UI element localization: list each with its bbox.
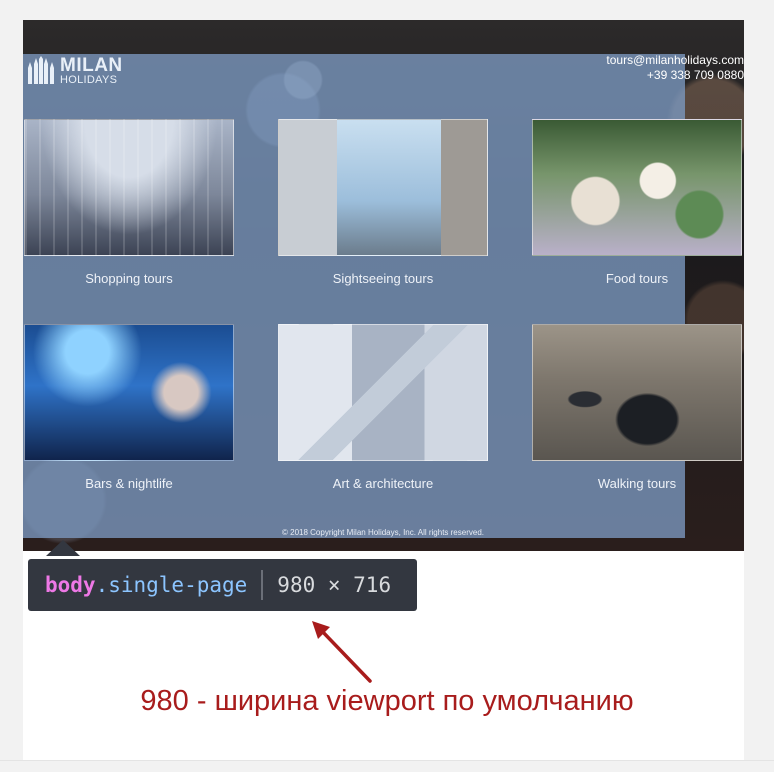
website-preview: MILAN HOLIDAYS tours@milanholidays.com +… [23,20,744,551]
tour-tile-walking[interactable]: Walking tours [532,324,742,491]
tour-tile-food[interactable]: Food tours [532,119,742,286]
tooltip-class-name: .single-page [95,573,248,597]
tooltip-tag-name: body [45,573,96,597]
tour-tile-bars[interactable]: Bars & nightlife [24,324,234,491]
contact-email[interactable]: tours@milanholidays.com [606,53,744,68]
shopping-tour-image [24,119,234,256]
tooltip-pointer [46,540,80,556]
tooltip-separator [261,570,264,600]
copyright-text: © 2018 Copyright Milan Holidays, Inc. Al… [282,528,484,537]
tour-tile-shopping[interactable]: Shopping tours [24,119,234,286]
tour-tile-sightseeing[interactable]: Sightseeing tours [278,119,488,286]
contact-info: tours@milanholidays.com +39 338 709 0880 [606,53,744,83]
devtools-element-tooltip: body .single-page 980 × 716 [28,559,417,611]
tour-label: Art & architecture [332,476,434,491]
logo-subtitle: HOLIDAYS [60,74,118,86]
sightseeing-tour-image [278,119,488,256]
tooltip-dimensions: 980 × 716 [277,573,392,597]
red-arrow-icon [312,621,372,683]
tour-label: Sightseeing tours [332,271,434,286]
tour-label: Walking tours [597,476,677,491]
tour-label: Food tours [605,271,669,286]
walking-tour-image [532,324,742,461]
contact-phone[interactable]: +39 338 709 0880 [606,68,744,83]
cathedral-icon [28,56,54,84]
bottom-border [0,760,774,772]
annotation-caption: 980 - ширина viewport по умолчанию [140,685,634,717]
food-tour-image [532,119,742,256]
art-tour-image [278,324,488,461]
tour-label: Bars & nightlife [85,476,173,491]
site-logo[interactable]: MILAN HOLIDAYS [26,56,123,86]
bars-tour-image [24,324,234,461]
tour-label: Shopping tours [85,271,173,286]
logo-title: MILAN [60,55,123,76]
tour-tile-art[interactable]: Art & architecture [278,324,488,491]
